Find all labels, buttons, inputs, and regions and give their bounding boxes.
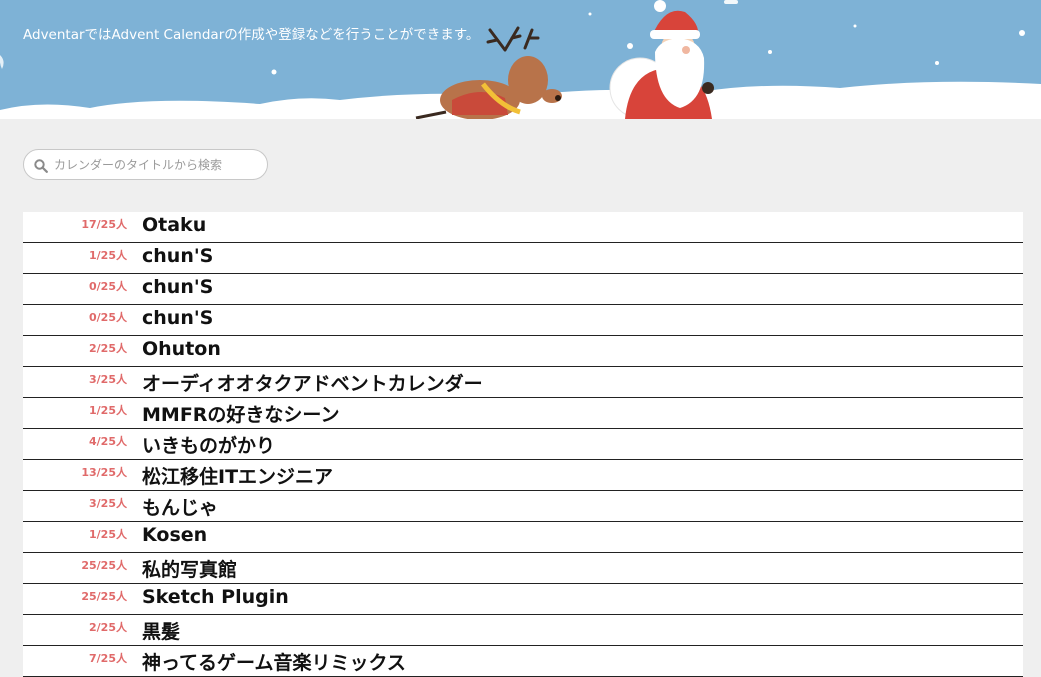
calendar-title-link[interactable]: もんじゃ — [142, 493, 218, 520]
calendar-title-link[interactable]: Kosen — [142, 524, 207, 546]
participant-count: 1/25人 — [89, 528, 127, 541]
participant-count: 2/25人 — [89, 342, 127, 355]
list-item[interactable]: 2/25人 黒髪 — [23, 615, 1023, 646]
participant-count: 25/25人 — [81, 559, 127, 572]
site-description: AdventarではAdvent Calendarの作成や登録などを行うことがで… — [23, 26, 480, 43]
calendar-title-link[interactable]: chun'S — [142, 307, 213, 329]
participant-count: 13/25人 — [81, 466, 127, 479]
list-item[interactable]: 3/25人 オーディオオタクアドベントカレンダー — [23, 367, 1023, 398]
calendar-title-link[interactable]: MMFRの好きなシーン — [142, 400, 339, 427]
calendar-title-link[interactable]: Ohuton — [142, 338, 221, 360]
calendar-title-link[interactable]: Otaku — [142, 214, 206, 236]
participant-count: 0/25人 — [89, 311, 127, 324]
list-item[interactable]: 1/25人 Kosen — [23, 522, 1023, 553]
participant-count: 3/25人 — [89, 497, 127, 510]
list-item[interactable]: 0/25人 chun'S — [23, 305, 1023, 336]
calendar-title-link[interactable]: オーディオオタクアドベントカレンダー — [142, 369, 483, 396]
list-item[interactable]: 2/25人 Ohuton — [23, 336, 1023, 367]
calendar-search — [23, 149, 268, 180]
list-item[interactable]: 4/25人 いきものがかり — [23, 429, 1023, 460]
list-item[interactable]: 3/25人 もんじゃ — [23, 491, 1023, 522]
list-item[interactable]: 17/25人 Otaku — [23, 212, 1023, 243]
participant-count: 1/25人 — [89, 249, 127, 262]
christmas-illustration — [0, 0, 1041, 119]
calendar-title-link[interactable]: Sketch Plugin — [142, 586, 289, 608]
participant-count: 2/25人 — [89, 621, 127, 634]
hero-banner: AdventarではAdvent Calendarの作成や登録などを行うことがで… — [0, 0, 1041, 119]
list-item[interactable]: 7/25人 神ってるゲーム音楽リミックス — [23, 646, 1023, 677]
participant-count: 0/25人 — [89, 280, 127, 293]
calendar-list: 17/25人 Otaku 1/25人 chun'S 0/25人 chun'S 0/25… — [23, 212, 1023, 677]
calendar-title-link[interactable]: chun'S — [142, 245, 213, 267]
calendar-title-link[interactable]: 私的写真館 — [142, 555, 237, 582]
list-item[interactable]: 25/25人 Sketch Plugin — [23, 584, 1023, 615]
calendar-title-link[interactable]: いきものがかり — [142, 431, 275, 458]
participant-count: 4/25人 — [89, 435, 127, 448]
calendar-title-link[interactable]: chun'S — [142, 276, 213, 298]
list-item[interactable]: 13/25人 松江移住ITエンジニア — [23, 460, 1023, 491]
participant-count: 3/25人 — [89, 373, 127, 386]
search-input[interactable] — [54, 154, 259, 176]
calendar-title-link[interactable]: 松江移住ITエンジニア — [142, 462, 333, 489]
participant-count: 17/25人 — [81, 218, 127, 231]
santa — [609, 0, 714, 119]
list-item[interactable]: 25/25人 私的写真館 — [23, 553, 1023, 584]
list-item[interactable]: 1/25人 MMFRの好きなシーン — [23, 398, 1023, 429]
calendar-title-link[interactable]: 神ってるゲーム音楽リミックス — [142, 648, 406, 675]
list-item[interactable]: 0/25人 chun'S — [23, 274, 1023, 305]
participant-count: 7/25人 — [89, 652, 127, 665]
calendar-title-link[interactable]: 黒髪 — [142, 617, 180, 644]
participant-count: 25/25人 — [81, 590, 127, 603]
search-icon — [34, 159, 48, 173]
list-item[interactable]: 1/25人 chun'S — [23, 243, 1023, 274]
participant-count: 1/25人 — [89, 404, 127, 417]
